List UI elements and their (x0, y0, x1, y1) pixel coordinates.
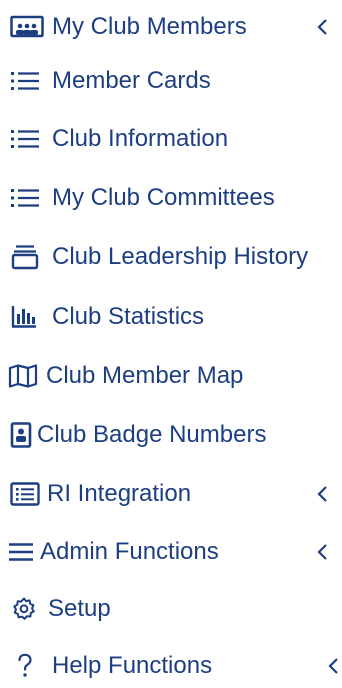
menu-item-label: Club Information (52, 125, 229, 152)
archive-tray-icon (10, 244, 40, 270)
menu-item-label: RI Integration (47, 480, 192, 507)
gear-icon (12, 597, 36, 621)
question-icon (17, 653, 33, 679)
badge-icon (10, 422, 32, 448)
bar-chart-icon (11, 305, 37, 329)
menu-item-label: My Club Committees (52, 184, 275, 211)
menu-item-club-leadership-history[interactable]: Club Leadership History (0, 237, 342, 277)
list-window-icon (10, 482, 40, 506)
menu-item-help-functions[interactable]: Help Functions (0, 646, 342, 686)
menu-item-club-information[interactable]: Club Information (0, 119, 342, 159)
menu-item-label: Member Cards (52, 67, 211, 94)
menu-item-ri-integration[interactable]: RI Integration (0, 474, 342, 514)
menu-item-label: My Club Members (52, 13, 247, 40)
menu-item-setup[interactable]: Setup (0, 589, 342, 629)
menu-item-label: Club Statistics (52, 303, 205, 330)
hamburger-menu-icon (8, 541, 34, 563)
chevron-left-icon[interactable] (315, 541, 329, 563)
menu-item-my-club-committees[interactable]: My Club Committees (0, 178, 342, 218)
list-icon (10, 187, 40, 209)
menu-item-member-cards[interactable]: Member Cards (0, 61, 342, 101)
list-icon (10, 128, 40, 150)
menu-item-club-statistics[interactable]: Club Statistics (0, 297, 342, 337)
chevron-left-icon[interactable] (326, 655, 340, 677)
list-icon (10, 70, 40, 92)
menu-item-admin-functions[interactable]: Admin Functions (0, 532, 342, 572)
menu-item-label: Help Functions (52, 652, 213, 679)
members-group-icon (10, 15, 44, 39)
chevron-left-icon[interactable] (315, 483, 329, 505)
menu-item-label: Setup (48, 595, 111, 622)
menu-item-club-member-map[interactable]: Club Member Map (0, 356, 342, 396)
menu-item-label: Club Leadership History (52, 243, 309, 270)
sidebar-menu: My Club Members Member Cards Club Inform… (0, 0, 342, 688)
menu-item-club-badge-numbers[interactable]: Club Badge Numbers (0, 415, 342, 455)
menu-item-label: Club Member Map (46, 362, 244, 389)
menu-item-label: Club Badge Numbers (37, 421, 267, 448)
chevron-left-icon[interactable] (315, 16, 329, 38)
menu-item-my-club-members[interactable]: My Club Members (0, 7, 342, 47)
map-icon (8, 364, 38, 388)
menu-item-label: Admin Functions (40, 538, 219, 565)
